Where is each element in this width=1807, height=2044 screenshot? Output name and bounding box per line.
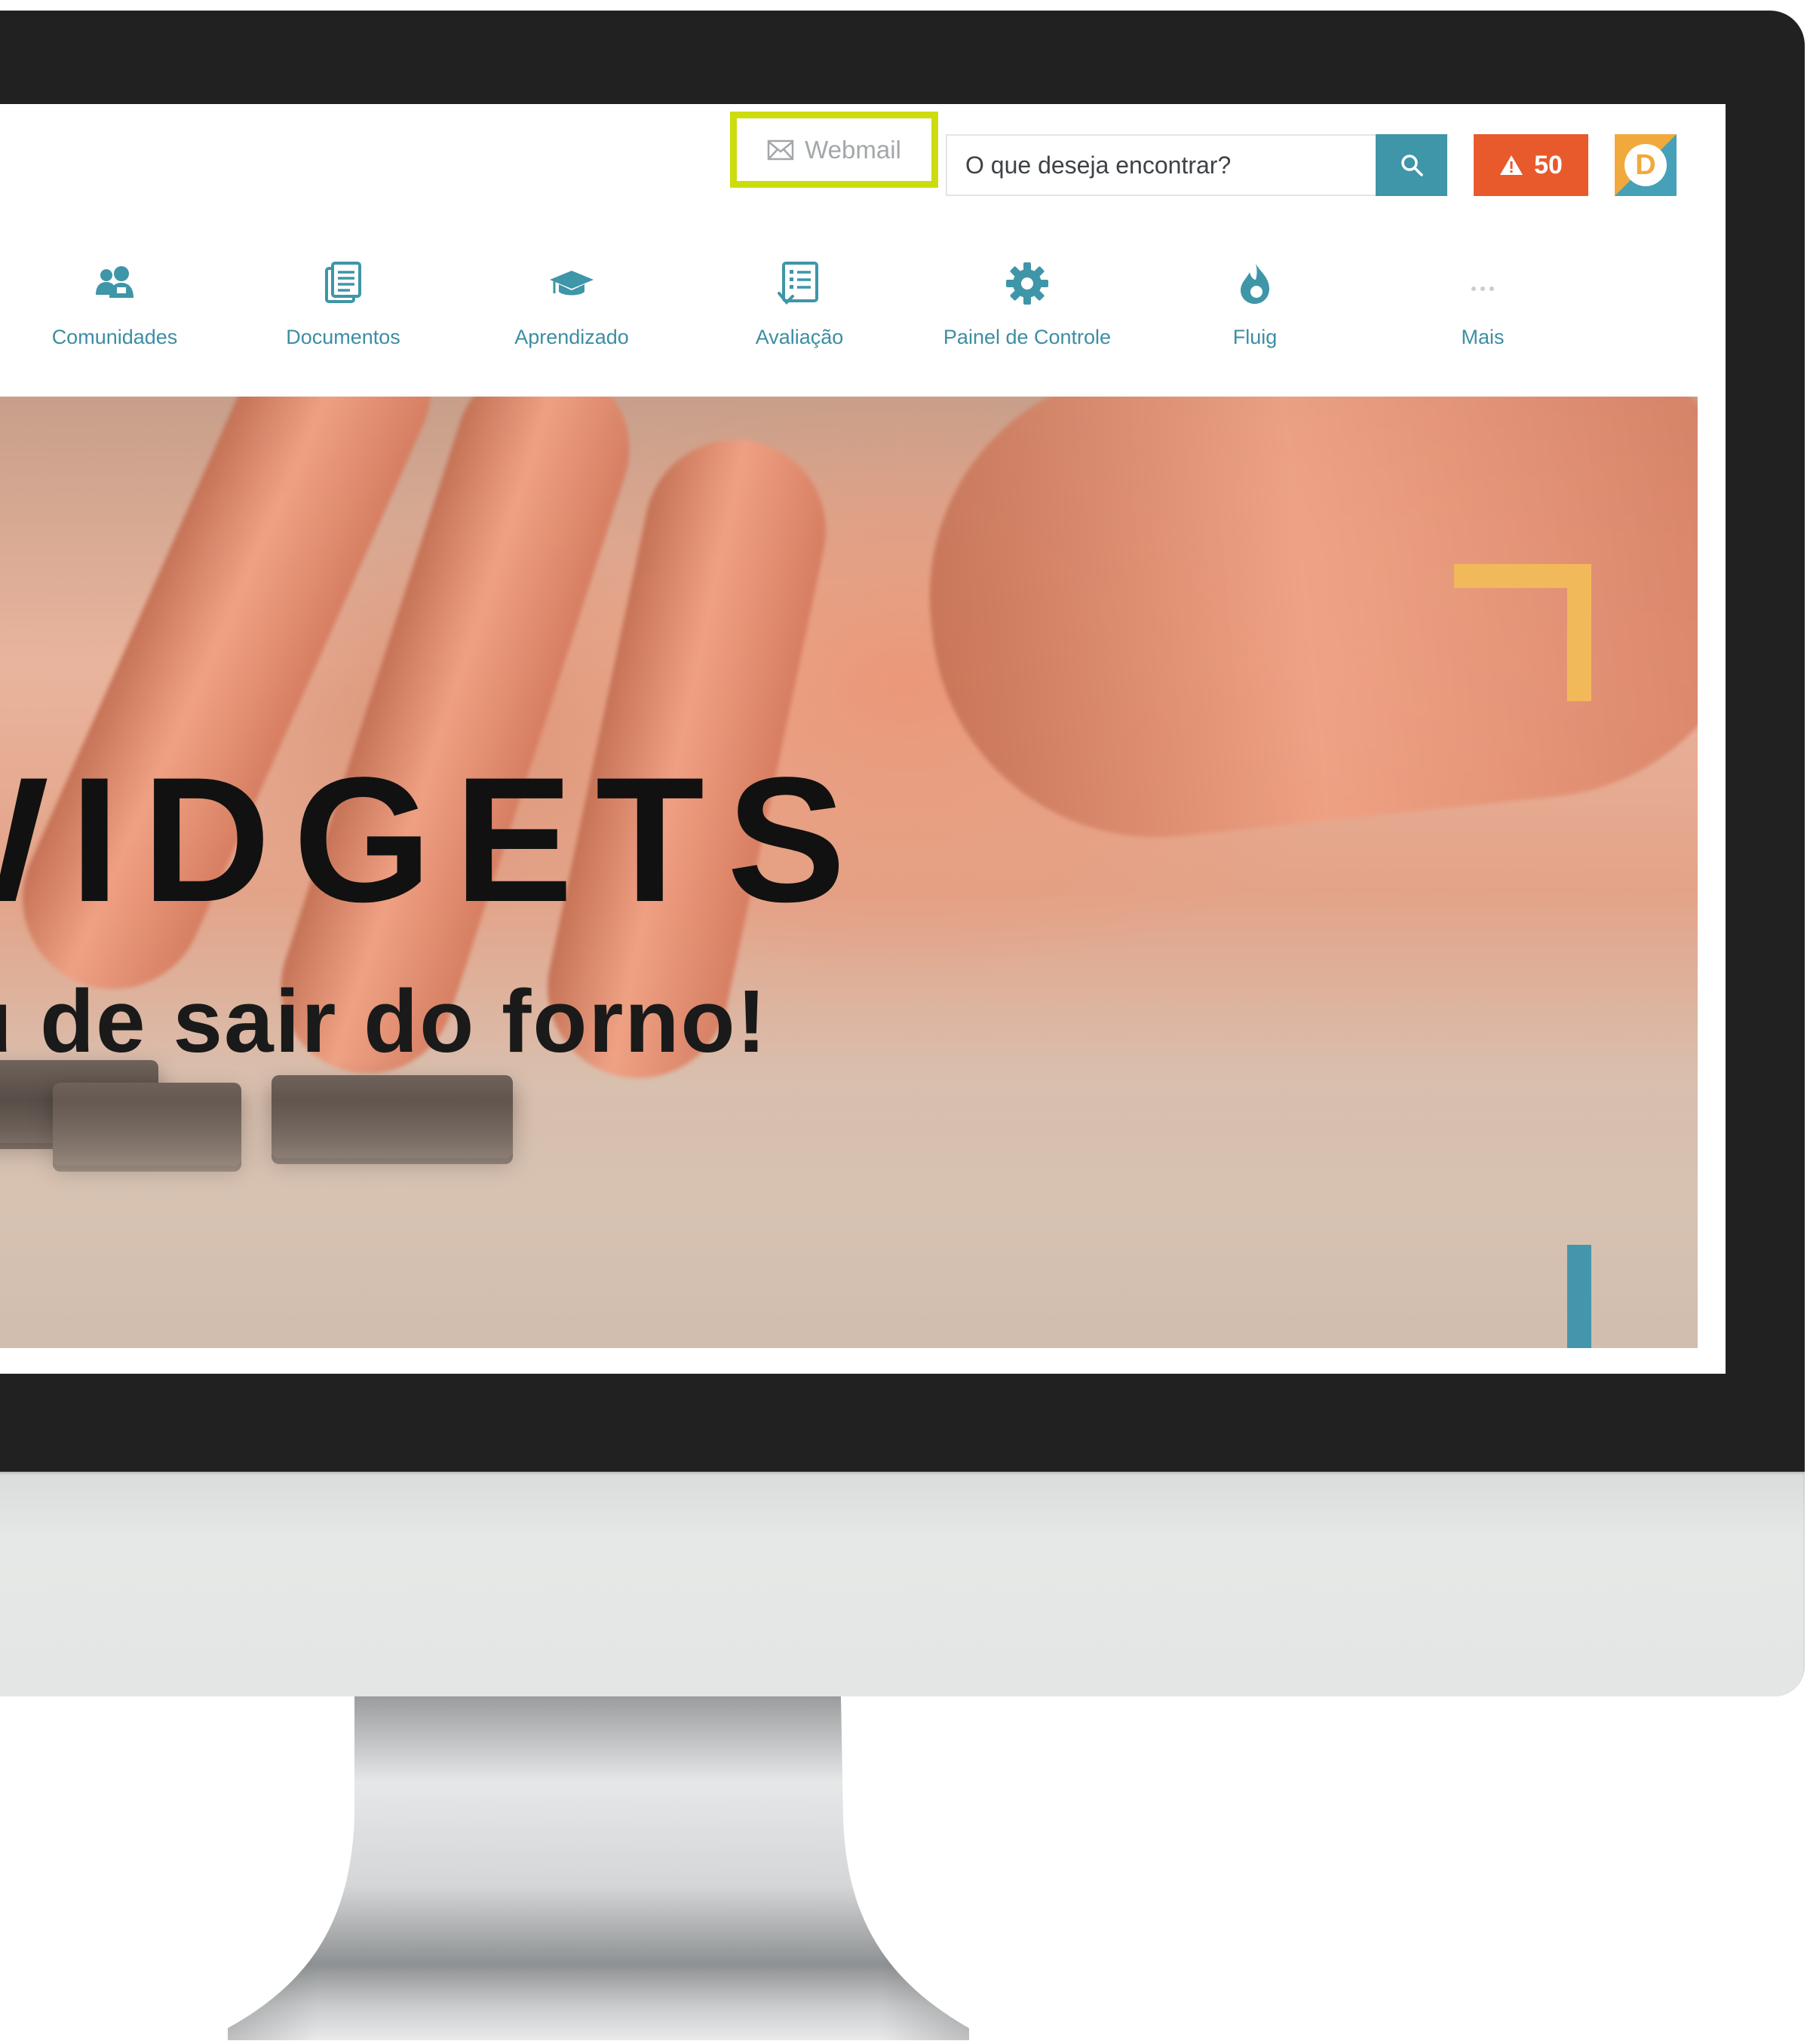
- user-avatar[interactable]: D: [1615, 134, 1677, 196]
- nav-label: Painel de Controle: [943, 326, 1112, 348]
- fluig-icon: [1241, 263, 1269, 304]
- alerts-button[interactable]: 50: [1474, 134, 1588, 196]
- nav-label: Mais: [1461, 326, 1505, 348]
- nav-item-documentos[interactable]: Documentos: [245, 255, 441, 360]
- nav-item-fluig[interactable]: Fluig: [1157, 255, 1353, 360]
- mail-icon: [767, 139, 794, 160]
- screen: Webmail 50 D Comu: [0, 104, 1726, 1374]
- warning-icon: [1500, 155, 1523, 175]
- graduation-cap-icon: [550, 271, 594, 296]
- nav-label: Comunidades: [51, 326, 178, 348]
- nav-label: Aprendizado: [514, 326, 629, 348]
- documents-icon: [325, 262, 361, 303]
- communities-icon: [96, 266, 133, 298]
- webmail-link[interactable]: Webmail: [730, 112, 938, 188]
- nav-label: Fluig: [1232, 326, 1278, 348]
- search-button[interactable]: [1376, 134, 1447, 196]
- nav-item-mais[interactable]: Mais: [1385, 255, 1581, 360]
- blue-corner-bracket: [1454, 1245, 1591, 1348]
- alert-count: 50: [1534, 150, 1563, 179]
- monitor-chin: [0, 1472, 1805, 1696]
- search-input[interactable]: [964, 150, 1361, 180]
- nav-item-comunidades[interactable]: Comunidades: [17, 255, 213, 360]
- more-icon: [1471, 287, 1494, 291]
- desk-surface: [0, 1099, 1698, 1348]
- nav-item-avaliacao[interactable]: Avaliação: [701, 255, 897, 360]
- nav-label: Documentos: [286, 326, 400, 348]
- search-icon: [1401, 155, 1423, 176]
- webmail-label: Webmail: [805, 135, 901, 164]
- hero-banner[interactable]: WIDGETS ou de sair do forno! 3 4: [0, 397, 1698, 1348]
- monitor-stand: [226, 1696, 980, 2040]
- nav-item-aprendizado[interactable]: Aprendizado: [474, 255, 670, 360]
- nav-label: Avaliação: [755, 326, 844, 348]
- hero-title: WIDGETS: [0, 740, 869, 939]
- nav-item-painel-de-controle[interactable]: Painel de Controle: [929, 255, 1125, 360]
- hero-subtitle: ou de sair do forno!: [0, 972, 768, 1071]
- avatar-initial: D: [1624, 144, 1667, 186]
- gear-icon: [1006, 262, 1048, 305]
- evaluation-icon: [778, 262, 818, 305]
- search-box: [946, 134, 1377, 196]
- orange-corner-bracket: [1454, 564, 1591, 701]
